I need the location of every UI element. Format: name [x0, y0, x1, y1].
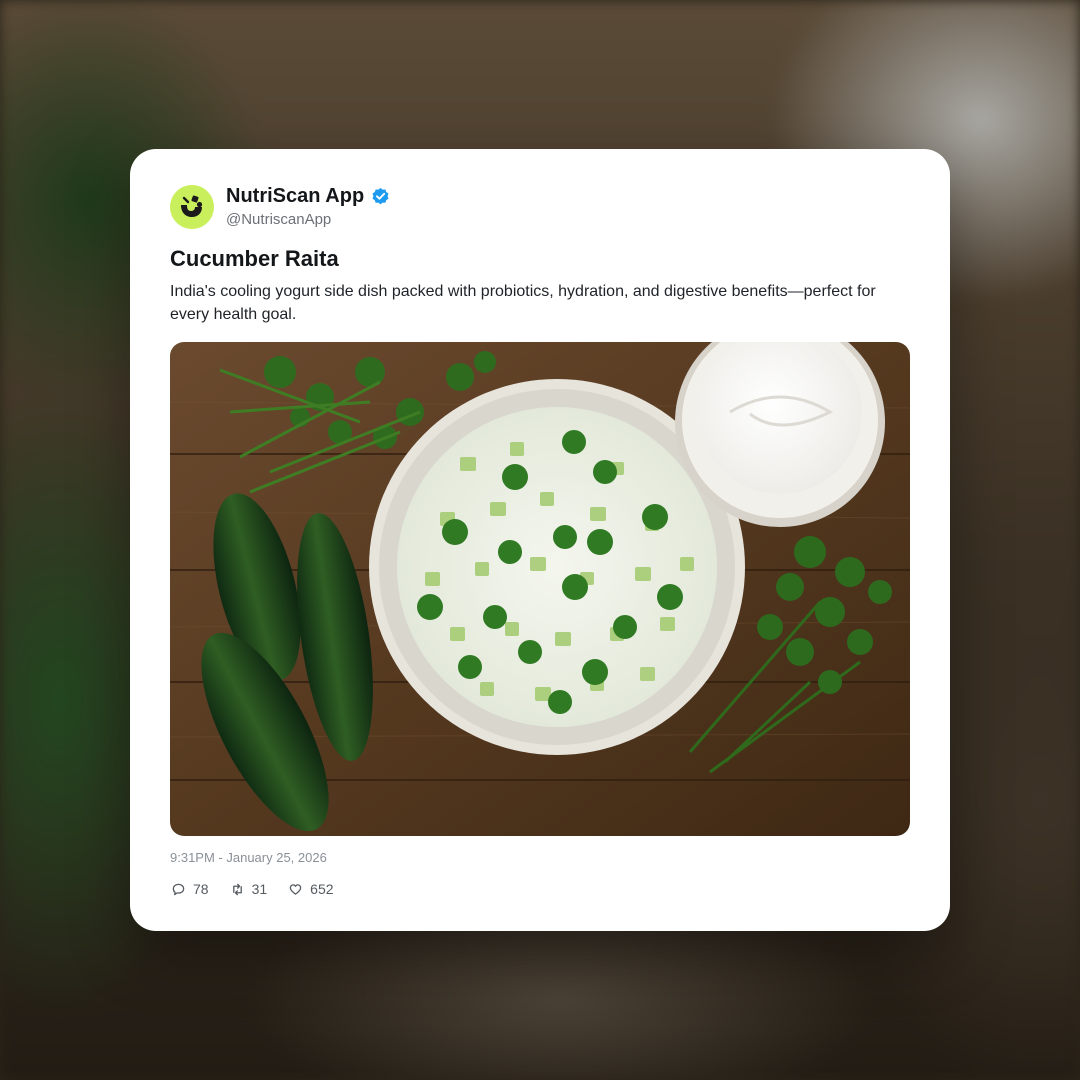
post-title: Cucumber Raita — [170, 246, 339, 271]
post-description: India's cooling yogurt side dish packed … — [170, 283, 876, 323]
account-name-row[interactable]: NutriScan App — [226, 185, 390, 208]
reply-action[interactable]: 78 — [172, 881, 209, 897]
repost-icon — [232, 883, 242, 895]
repost-action[interactable]: 31 — [231, 881, 268, 897]
post-card: NutriScan App @NutriscanApp Cucumber Rai… — [130, 149, 950, 931]
reply-icon — [172, 883, 185, 895]
nutriscan-logo-icon — [181, 195, 203, 217]
verified-badge-icon — [372, 187, 389, 205]
reply-count: 78 — [193, 881, 209, 897]
post-image[interactable] — [170, 342, 910, 836]
account-handle[interactable]: @NutriscanApp — [226, 211, 331, 228]
like-count: 652 — [310, 881, 334, 897]
like-action[interactable]: 652 — [289, 881, 334, 897]
post-timestamp[interactable]: 9:31PM - January 25, 2026 — [170, 850, 327, 865]
heart-icon — [289, 883, 302, 895]
repost-count: 31 — [251, 881, 268, 897]
engagement-bar: 78 31 652 — [172, 881, 334, 897]
display-name[interactable]: NutriScan App — [226, 185, 364, 208]
raita-photo-illustration — [170, 342, 910, 836]
account-avatar[interactable] — [170, 185, 214, 229]
